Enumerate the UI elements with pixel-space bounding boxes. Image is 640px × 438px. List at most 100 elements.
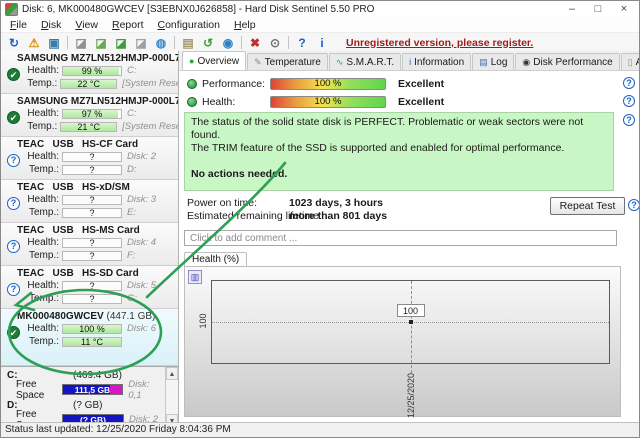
register-link[interactable]: Unregistered version, please register. <box>346 37 533 49</box>
volume-scrollbar[interactable]: ▲ ▼ <box>165 367 178 427</box>
disk-right-text: E: <box>127 207 136 218</box>
disk-status-icon: ? <box>7 240 20 253</box>
search-icon[interactable]: ⊙ <box>265 35 285 51</box>
temp-bar: ? <box>62 251 122 261</box>
disk-status-icon: ? <box>7 197 20 210</box>
temp-bar: 11 °C <box>62 337 122 347</box>
disk-online-icon[interactable]: ◪ <box>111 35 131 51</box>
sync-icon[interactable]: ↺ <box>198 35 218 51</box>
disk-item-teac-xd[interactable]: ? TEAC USB HS-xD/SM Health: ? Disk: 3 Te <box>1 180 178 223</box>
help-icon[interactable]: ? <box>623 77 635 89</box>
tab-temperature[interactable]: ✎ Temperature <box>247 53 328 70</box>
close-button[interactable]: × <box>611 2 637 16</box>
disk-item-samsung-0[interactable]: ✔ SAMSUNG MZ7LN512HMJP-000L7 (476.9 GB) … <box>1 51 178 94</box>
temp-label: Temp.: <box>27 336 59 347</box>
disk-right-text: [System Rese <box>122 78 178 89</box>
menu-report[interactable]: Report <box>105 19 151 31</box>
separator[interactable] <box>174 36 175 49</box>
separator[interactable] <box>288 36 289 49</box>
data-point-label: 100 <box>397 304 425 317</box>
health-label: Health: <box>27 280 59 291</box>
screen-error-icon[interactable]: ✖ <box>245 35 265 51</box>
help-icon[interactable]: ? <box>628 199 639 211</box>
health-bar: ? <box>62 281 122 291</box>
temp-bar: 21 °C <box>60 122 117 132</box>
tab-information[interactable]: i Information <box>402 53 471 70</box>
help-icon[interactable]: ? <box>292 35 312 51</box>
disk-right-text: Disk: 5 <box>127 280 156 291</box>
disk-list: ✔ SAMSUNG MZ7LN512HMJP-000L7 (476.9 GB) … <box>1 51 178 366</box>
free-space-label: Free Space <box>16 379 62 401</box>
lifetime-row: Estimated remaining lifetime: more than … <box>187 210 322 222</box>
disk-right-text: Disk: 6 <box>127 323 156 334</box>
menu-disk[interactable]: Disk <box>34 19 68 31</box>
disk-title: TEAC USB HS-CF Card <box>1 137 178 150</box>
health-label: Health: <box>27 194 59 205</box>
disk-item-samsung-1[interactable]: ✔ SAMSUNG MZ7LN512HMJP-000L7 (476.9 GB) … <box>1 94 178 137</box>
repeat-test-button[interactable]: Repeat Test <box>550 197 625 215</box>
disk-tool-icon[interactable]: ◪ <box>71 35 91 51</box>
minimize-button[interactable]: – <box>559 2 585 16</box>
disk-status-textbox: The status of the solid state disk is PE… <box>184 112 614 191</box>
disk-item-teac-cf[interactable]: ? TEAC USB HS-CF Card Health: ? Disk: 2 <box>1 137 178 180</box>
volume-size: (469.4 GB) <box>73 370 122 381</box>
temp-bar: ? <box>62 294 122 304</box>
temp-label: Temp.: <box>27 207 59 218</box>
main-content: ● Overview ✎ Temperature ∿ S.M.A.R.T. <box>179 51 639 423</box>
network-icon[interactable]: ◉ <box>218 35 238 51</box>
help-icon[interactable]: ? <box>623 95 635 107</box>
disk-right-text: C: <box>127 108 137 119</box>
health-label: Health: <box>202 96 270 108</box>
tab-log[interactable]: ▤ Log <box>472 53 514 70</box>
comment-input[interactable] <box>184 230 617 246</box>
document-icon[interactable]: ▤ <box>178 35 198 51</box>
disk-item-teac-ms[interactable]: ? TEAC USB HS-MS Card Health: ? Disk: 4 <box>1 223 178 266</box>
free-space-bar: 111,5 GB <box>62 384 124 395</box>
info-icon[interactable]: i <box>312 35 332 51</box>
performance-row: Performance: 100 % Excellent <box>179 76 444 91</box>
temp-label: Temp.: <box>27 164 59 175</box>
disk-remove-icon[interactable]: ◪ <box>131 35 151 51</box>
menu-file[interactable]: File <box>3 19 34 31</box>
maximize-button[interactable]: □ <box>585 2 611 16</box>
refresh-icon[interactable]: ↻ <box>4 35 24 51</box>
performance-rating: Excellent <box>398 78 444 90</box>
menu-configuration[interactable]: Configuration <box>151 19 227 31</box>
separator[interactable] <box>67 36 68 49</box>
alarm-warning-icon[interactable]: ⚠ <box>24 35 44 51</box>
menu-help[interactable]: Help <box>227 19 263 31</box>
separator[interactable] <box>241 36 242 49</box>
volume-disk-ref: Disk: 0,1 <box>128 379 165 401</box>
health-bar: ? <box>62 238 122 248</box>
health-bar: 99 % <box>62 66 122 76</box>
performance-gauge: 100 % <box>270 78 386 90</box>
tab-disk-performance[interactable]: ◉ Disk Performance <box>515 53 619 70</box>
tab-bar: ● Overview ✎ Temperature ∿ S.M.A.R.T. <box>179 51 639 71</box>
tab-smart[interactable]: ∿ S.M.A.R.T. <box>329 53 401 70</box>
globe-icon[interactable]: ◍ <box>151 35 171 51</box>
disk-item-mk000480gwcev[interactable]: ✔ MK000480GWCEV (447.1 GB) Health: 100 %… <box>1 309 178 366</box>
status-line: The TRIM feature of the SSD is supported… <box>191 142 607 155</box>
tab-overview[interactable]: ● Overview <box>182 51 246 70</box>
ok-status-icon <box>187 79 197 89</box>
disk-accept-icon[interactable]: ◪ <box>91 35 111 51</box>
health-gauge: 100 % <box>270 96 386 108</box>
tab-icon: ∿ <box>336 58 344 67</box>
disk-title: SAMSUNG MZ7LN512HMJP-000L7 (476.9 GB) <box>1 51 178 64</box>
status-line-bold: No actions needed. <box>191 168 607 181</box>
scroll-up-arrow-icon[interactable]: ▲ <box>166 367 178 380</box>
disk-sidebar: ✔ SAMSUNG MZ7LN512HMJP-000L7 (476.9 GB) … <box>1 51 179 423</box>
disk-status-icon: ✔ <box>7 111 20 124</box>
volume-row-c[interactable]: C: (469.4 GB) Free Space 111,5 GB <box>1 367 165 397</box>
chart-tab-health[interactable]: Health (%) <box>184 252 247 267</box>
menu-view[interactable]: View <box>68 19 105 31</box>
chart-save-icon[interactable]: ▥ <box>188 270 202 284</box>
disk-item-teac-sd[interactable]: ? TEAC USB HS-SD Card Health: ? Disk: 5 <box>1 266 178 309</box>
disk-title: TEAC USB HS-xD/SM <box>1 180 178 193</box>
monitor-report-icon[interactable]: ▣ <box>44 35 64 51</box>
health-bar: 97 % <box>62 109 122 119</box>
tab-alerts[interactable]: ▯ Alerts <box>621 53 639 70</box>
help-icon[interactable]: ? <box>623 114 635 126</box>
health-label: Health: <box>27 237 59 248</box>
x-axis-tick: 12/25/2020 <box>406 390 416 418</box>
